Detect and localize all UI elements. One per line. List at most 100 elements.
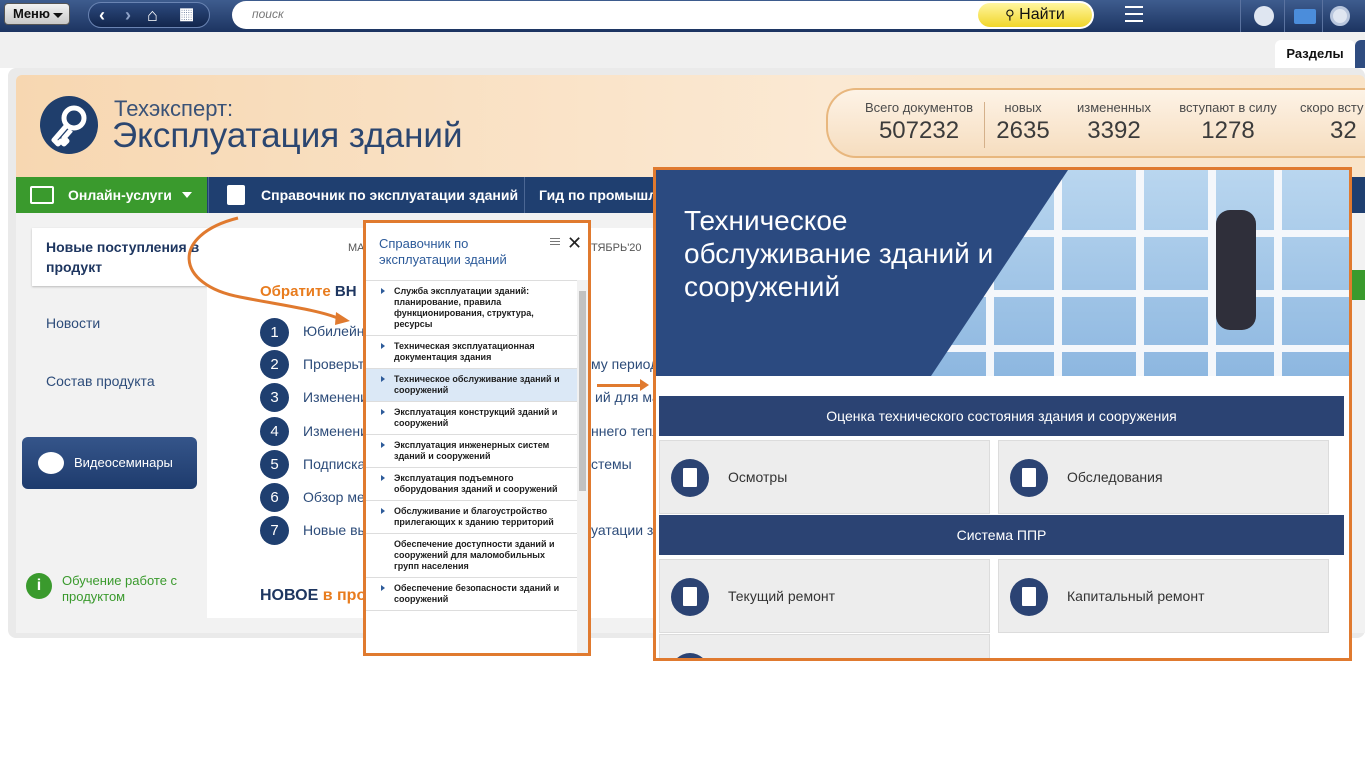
video-seminars-label: Видеосеминары bbox=[74, 455, 173, 470]
nav-handbook-label: Справочник по эксплуатации зданий bbox=[261, 187, 519, 203]
popup-list: Служба эксплуатации зданий: планирование… bbox=[366, 280, 577, 611]
top-toolbar: Меню ‹ › ⌂ ▦ поиск ⚲ Найти bbox=[0, 0, 1365, 32]
news-item-tail[interactable]: уатации з bbox=[591, 522, 653, 538]
list-item[interactable]: Обеспечение доступности зданий и сооруже… bbox=[366, 534, 577, 578]
home-icon[interactable]: ⌂ bbox=[147, 6, 158, 24]
list-item[interactable]: Техническая эксплуатационная документаци… bbox=[366, 336, 577, 369]
online-services-label: Онлайн-услуги bbox=[68, 187, 172, 203]
news-item-tail[interactable]: стемы bbox=[591, 456, 632, 472]
side-tab[interactable] bbox=[1352, 270, 1365, 300]
document-icon bbox=[671, 459, 709, 497]
key-logo-icon bbox=[40, 96, 98, 154]
book-icon bbox=[227, 185, 245, 205]
menu-button[interactable]: Меню bbox=[4, 3, 70, 25]
climber-figure bbox=[1216, 210, 1256, 330]
menu-lines-icon[interactable] bbox=[550, 238, 560, 247]
list-number: 3 bbox=[260, 383, 289, 412]
nav-buttons: ‹ › ⌂ ▦ bbox=[88, 2, 210, 28]
hamburger-icon[interactable] bbox=[1125, 6, 1143, 22]
caret-right-icon bbox=[381, 442, 385, 448]
news-item[interactable]: Изменени bbox=[303, 423, 368, 439]
list-item[interactable]: Обеспечение безопасности зданий и сооруж… bbox=[366, 578, 577, 611]
learn-product-link[interactable]: Обучение работе с продуктом bbox=[62, 573, 192, 605]
caret-right-icon bbox=[381, 475, 385, 481]
connector-arrow bbox=[187, 216, 350, 325]
online-services-menu[interactable]: Онлайн-услуги bbox=[16, 177, 207, 213]
close-icon[interactable]: ✕ bbox=[567, 233, 582, 254]
stat-new[interactable]: новых 2635 bbox=[988, 100, 1058, 145]
nav-industrial-guide-label: Гид по промышл bbox=[539, 187, 654, 203]
document-stats: Всего документов 507232 новых 2635 изменен… bbox=[826, 88, 1365, 158]
forward-icon[interactable]: › bbox=[125, 6, 131, 24]
list-item[interactable]: Эксплуатация подъемного оборудования зда… bbox=[366, 468, 577, 501]
tab-razdely[interactable]: Разделы bbox=[1275, 40, 1355, 68]
chevron-down-icon bbox=[182, 192, 192, 198]
scrollbar-thumb[interactable] bbox=[579, 291, 586, 491]
news-item-tail[interactable]: му период bbox=[591, 356, 658, 372]
list-item-active[interactable]: Техническое обслуживание зданий и сооруж… bbox=[366, 369, 577, 402]
find-label: Найти bbox=[1019, 6, 1065, 23]
list-item[interactable]: Эксплуатация конструкций зданий и сооруж… bbox=[366, 402, 577, 435]
caret-right-icon bbox=[381, 376, 385, 382]
maintenance-panel: Техническое обслуживание зданий и сооруж… bbox=[653, 167, 1352, 661]
section-technical-assessment[interactable]: Оценка технического состояния здания и с… bbox=[659, 396, 1344, 436]
news-item[interactable]: Проверьт bbox=[303, 356, 364, 372]
stat-total[interactable]: Всего документов 507232 bbox=[862, 100, 976, 145]
nav-handbook[interactable]: Справочник по эксплуатации зданий bbox=[208, 177, 524, 213]
stat-in-force[interactable]: вступают в силу 1278 bbox=[1172, 100, 1284, 145]
card-inspections[interactable]: Осмотры bbox=[659, 440, 990, 514]
find-button[interactable]: ⚲ Найти bbox=[978, 3, 1092, 27]
list-item[interactable]: Служба эксплуатации зданий: планирование… bbox=[366, 281, 577, 336]
section-ppr-system[interactable]: Система ППР bbox=[659, 515, 1344, 555]
connector-arrow-right bbox=[597, 379, 649, 391]
card-partial[interactable] bbox=[659, 634, 990, 658]
caret-right-icon bbox=[381, 288, 385, 294]
tab-next[interactable] bbox=[1355, 40, 1365, 68]
document-icon bbox=[1010, 459, 1048, 497]
news-item[interactable]: Новые вы bbox=[303, 522, 368, 538]
caret-right-icon bbox=[381, 409, 385, 415]
divider bbox=[1240, 0, 1241, 32]
list-item[interactable]: Обслуживание и благоустройство прилегающ… bbox=[366, 501, 577, 534]
menu-label: Меню bbox=[13, 6, 51, 21]
back-icon[interactable]: ‹ bbox=[99, 6, 105, 24]
news-item-tail[interactable]: ннего тепл bbox=[591, 423, 661, 439]
search-input[interactable]: поиск bbox=[232, 1, 1094, 29]
search-icon: ⚲ bbox=[1005, 7, 1015, 22]
card-current-repair[interactable]: Текущий ремонт bbox=[659, 559, 990, 633]
user-icon[interactable] bbox=[1254, 6, 1274, 26]
list-number: 4 bbox=[260, 417, 289, 446]
folder-icon[interactable] bbox=[1294, 9, 1316, 24]
camera-icon bbox=[38, 452, 64, 474]
month-label[interactable]: ТЯБРЬ'20 bbox=[591, 242, 642, 254]
list-number: 6 bbox=[260, 483, 289, 512]
sidebar-item-composition[interactable]: Состав продукта bbox=[46, 373, 155, 389]
stat-changed[interactable]: измененных 3392 bbox=[1072, 100, 1156, 145]
caret-right-icon bbox=[381, 585, 385, 591]
news-item[interactable]: Изменени bbox=[303, 389, 368, 405]
sidebar-item-news[interactable]: Новости bbox=[46, 315, 100, 331]
video-seminars-button[interactable]: Видеосеминары bbox=[22, 437, 197, 489]
news-item-tail[interactable]: ий для ма bbox=[595, 389, 660, 405]
news-item[interactable]: Обзор ме bbox=[303, 489, 365, 505]
list-item[interactable]: Эксплуатация инженерных систем зданий и … bbox=[366, 435, 577, 468]
list-number: 5 bbox=[260, 450, 289, 479]
card-surveys[interactable]: Обследования bbox=[998, 440, 1329, 514]
stat-soon[interactable]: скоро всту 32 bbox=[1300, 100, 1365, 145]
document-icon bbox=[1010, 578, 1048, 616]
apps-grid-icon[interactable]: ▦ bbox=[179, 6, 194, 24]
hero-title: Техническое обслуживание зданий и сооруж… bbox=[684, 205, 994, 302]
news-item[interactable]: Подписка bbox=[303, 456, 365, 472]
clock-icon[interactable] bbox=[1330, 6, 1350, 26]
news-item[interactable]: Юбилейн bbox=[303, 323, 365, 339]
hero-banner: Техническое обслуживание зданий и сооруж… bbox=[656, 170, 1349, 376]
caret-right-icon bbox=[381, 508, 385, 514]
card-capital-repair[interactable]: Капитальный ремонт bbox=[998, 559, 1329, 633]
search-placeholder: поиск bbox=[252, 7, 284, 21]
document-icon bbox=[671, 578, 709, 616]
nav-industrial-guide[interactable]: Гид по промышл bbox=[524, 177, 654, 213]
new-in-product-heading: НОВОЕ в про bbox=[260, 587, 367, 604]
divider bbox=[984, 102, 985, 148]
info-icon: i bbox=[26, 573, 52, 599]
list-number: 2 bbox=[260, 350, 289, 379]
